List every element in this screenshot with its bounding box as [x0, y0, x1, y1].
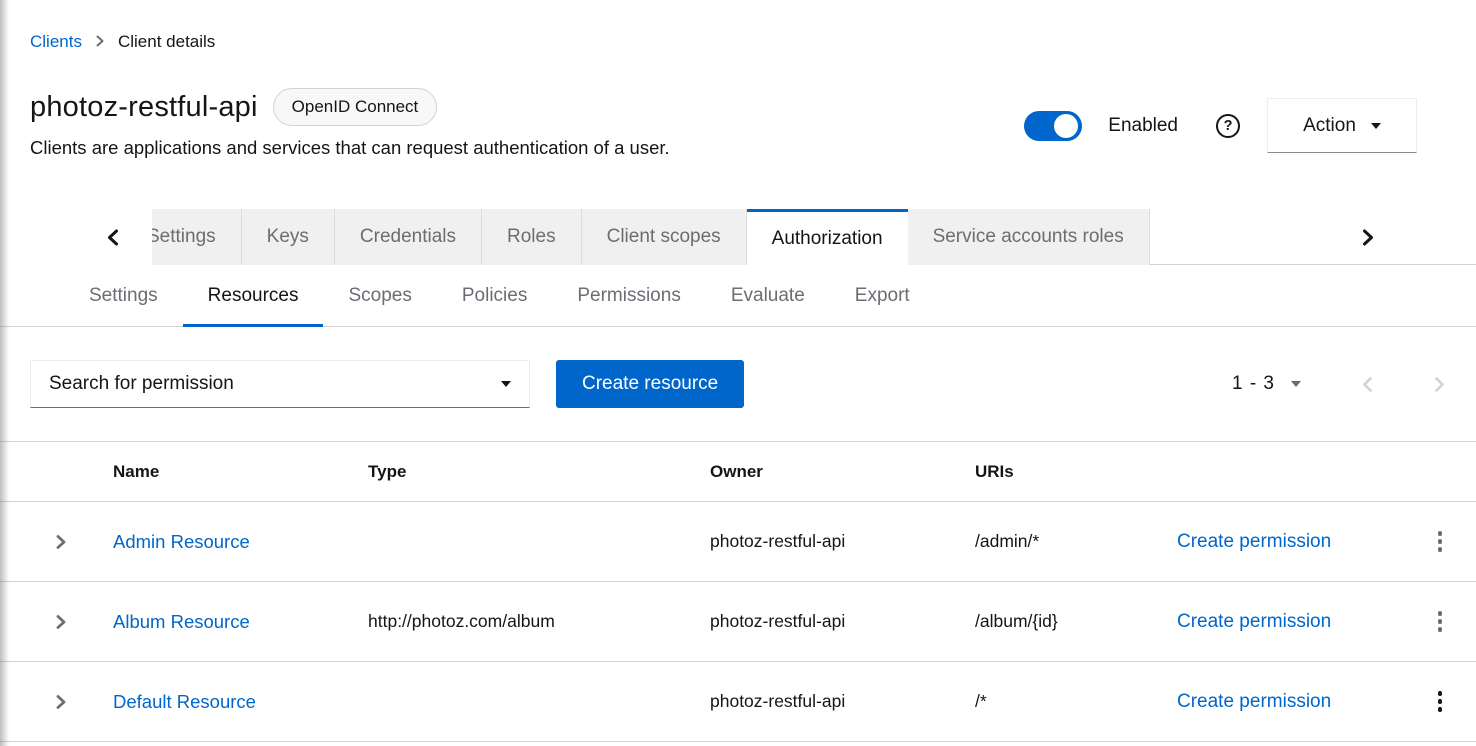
- angle-right-icon: [1433, 376, 1446, 393]
- tab-authorization[interactable]: Authorization: [747, 209, 908, 266]
- breadcrumb-current: Client details: [118, 32, 215, 52]
- table-row: Admin Resource photoz-restful-api /admin…: [0, 502, 1476, 582]
- question-circle-icon[interactable]: ?: [1216, 114, 1240, 138]
- caret-down-icon: [1291, 381, 1301, 387]
- angle-left-icon: [1361, 376, 1374, 393]
- subtab-settings[interactable]: Settings: [64, 265, 183, 326]
- resource-type-cell: http://photoz.com/album: [368, 611, 710, 632]
- toggle-knob: [1054, 114, 1078, 138]
- chevron-left-icon: [106, 229, 119, 246]
- tabs-scroll-right-button[interactable]: [1362, 209, 1375, 265]
- tabs-list: Settings Keys Credentials Roles Client s…: [152, 209, 1150, 265]
- resources-table: Name Type Owner URIs Admin Resource phot…: [0, 442, 1476, 742]
- column-header-type: Type: [368, 462, 710, 482]
- subtab-evaluate[interactable]: Evaluate: [706, 265, 830, 326]
- subtab-resources[interactable]: Resources: [183, 265, 324, 326]
- create-permission-link[interactable]: Create permission: [1177, 531, 1386, 553]
- create-permission-link[interactable]: Create permission: [1177, 691, 1386, 713]
- resource-uris-cell: /*: [975, 691, 1177, 712]
- search-permission-select-value: Search for permission: [49, 373, 234, 395]
- resource-owner-cell: photoz-restful-api: [710, 611, 975, 632]
- row-expand-button[interactable]: [30, 534, 67, 550]
- resource-name-link[interactable]: Album Resource: [113, 611, 368, 633]
- create-permission-link[interactable]: Create permission: [1177, 611, 1386, 633]
- action-dropdown-label: Action: [1303, 115, 1356, 137]
- action-dropdown-button[interactable]: Action: [1267, 98, 1417, 153]
- tab-credentials[interactable]: Credentials: [335, 209, 482, 265]
- caret-down-icon: [501, 381, 511, 387]
- tab-roles[interactable]: Roles: [482, 209, 582, 265]
- resource-owner-cell: photoz-restful-api: [710, 691, 975, 712]
- breadcrumb-separator-icon: [95, 32, 105, 52]
- kebab-menu-button[interactable]: [1434, 609, 1447, 634]
- column-header-name: Name: [113, 462, 368, 482]
- subtab-permissions[interactable]: Permissions: [552, 265, 705, 326]
- kebab-menu-button[interactable]: [1434, 529, 1447, 554]
- page-header-right: Enabled ? Action: [1024, 98, 1417, 153]
- pagination-range-dropdown[interactable]: 1 - 3: [1232, 373, 1301, 395]
- column-header-owner: Owner: [710, 462, 975, 482]
- resources-toolbar: Search for permission Create resource 1 …: [0, 327, 1476, 442]
- row-expand-button[interactable]: [30, 614, 67, 630]
- page-header-left: photoz-restful-api OpenID Connect Client…: [30, 88, 670, 159]
- page-description: Clients are applications and services th…: [30, 137, 670, 159]
- breadcrumb: Clients Client details: [0, 0, 1476, 52]
- subtab-scopes[interactable]: Scopes: [323, 265, 436, 326]
- angle-right-icon: [55, 694, 67, 710]
- resource-uris-cell: /album/{id}: [975, 611, 1177, 632]
- table-row: Default Resource photoz-restful-api /* C…: [0, 662, 1476, 742]
- authorization-subtabs: Settings Resources Scopes Policies Permi…: [0, 265, 1476, 327]
- enabled-toggle[interactable]: [1024, 111, 1082, 141]
- pagination-prev-button[interactable]: [1361, 376, 1374, 393]
- subtab-policies[interactable]: Policies: [437, 265, 552, 326]
- pagination-next-button[interactable]: [1433, 376, 1446, 393]
- resource-name-link[interactable]: Admin Resource: [113, 531, 368, 553]
- kebab-menu-button[interactable]: [1434, 689, 1447, 714]
- create-resource-button[interactable]: Create resource: [556, 360, 744, 408]
- tab-keys[interactable]: Keys: [242, 209, 335, 265]
- tabs-scroll-left-button[interactable]: [0, 209, 152, 265]
- resource-name-link[interactable]: Default Resource: [113, 691, 368, 713]
- pagination-range-label: 1 - 3: [1232, 373, 1275, 395]
- tab-client-scopes[interactable]: Client scopes: [582, 209, 747, 265]
- angle-right-icon: [55, 614, 67, 630]
- resource-uris-cell: /admin/*: [975, 531, 1177, 552]
- page-header: photoz-restful-api OpenID Connect Client…: [0, 52, 1476, 159]
- chevron-right-icon: [1362, 229, 1375, 246]
- tab-service-accounts-roles[interactable]: Service accounts roles: [908, 209, 1150, 265]
- table-header-row: Name Type Owner URIs: [0, 442, 1476, 502]
- caret-down-icon: [1371, 123, 1381, 129]
- subtab-export[interactable]: Export: [830, 265, 935, 326]
- breadcrumb-link-clients[interactable]: Clients: [30, 32, 82, 52]
- protocol-badge: OpenID Connect: [273, 88, 438, 126]
- row-expand-button[interactable]: [30, 694, 67, 710]
- table-row: Album Resource http://photoz.com/album p…: [0, 582, 1476, 662]
- enabled-label: Enabled: [1108, 115, 1178, 137]
- resource-owner-cell: photoz-restful-api: [710, 531, 975, 552]
- pagination: 1 - 3: [1232, 373, 1446, 395]
- search-permission-select[interactable]: Search for permission: [30, 360, 530, 408]
- client-tabs-bar: Settings Keys Credentials Roles Client s…: [0, 209, 1476, 265]
- page-title: photoz-restful-api: [30, 91, 258, 124]
- angle-right-icon: [55, 534, 67, 550]
- column-header-uris: URIs: [975, 462, 1177, 482]
